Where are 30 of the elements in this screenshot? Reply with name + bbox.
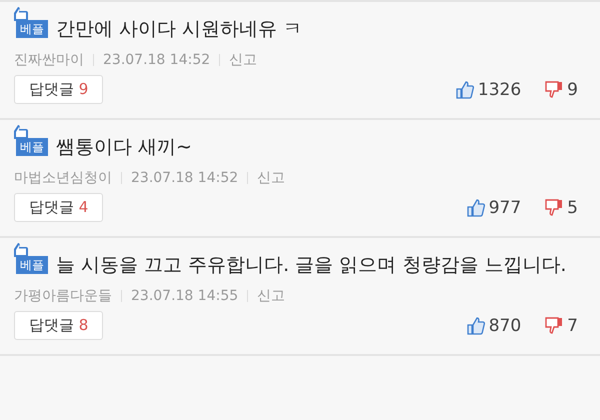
thumbs-up-icon	[14, 124, 28, 139]
thumbs-down-icon[interactable]	[545, 80, 564, 98]
report-link[interactable]: 신고	[257, 287, 286, 305]
report-link[interactable]: 신고	[229, 51, 258, 69]
report-link[interactable]: 신고	[257, 169, 286, 187]
comment-text: 베플 쌤통이다 새끼~	[14, 132, 589, 163]
like-count: 977	[488, 198, 522, 218]
reply-button[interactable]: 답댓글 4	[14, 193, 104, 222]
thumbs-up-icon[interactable]	[466, 316, 485, 334]
dislike-count: 9	[567, 80, 578, 100]
comment-text: 베플 늘 시동을 끄고 주유합니다. 글을 읽으며 청량감을 느낍니다.	[14, 250, 589, 281]
reply-button[interactable]: 답댓글 9	[14, 75, 104, 104]
comment-time: 23.07.18 14:52	[103, 52, 210, 68]
author-name[interactable]: 진짜싼마이	[14, 51, 84, 69]
like-count: 1326	[478, 80, 522, 100]
thumbs-down-icon[interactable]	[545, 198, 564, 216]
dislike-count: 5	[567, 198, 578, 218]
dislike-count: 7	[567, 316, 578, 336]
comment-text: 베플 간만에 사이다 시원하네유 ㅋ	[14, 14, 589, 45]
author-name[interactable]: 마법소년심청이	[14, 169, 112, 187]
thumbs-up-icon[interactable]	[466, 198, 485, 216]
reply-button[interactable]: 답댓글 8	[14, 311, 104, 340]
thumbs-up-icon	[14, 6, 28, 21]
author-name[interactable]: 가평아름다운들	[14, 287, 112, 305]
comment-time: 23.07.18 14:52	[131, 170, 238, 186]
comment-time: 23.07.18 14:55	[131, 288, 238, 304]
thumbs-up-icon[interactable]	[456, 80, 474, 98]
like-count: 870	[488, 316, 522, 336]
thumbs-up-icon	[14, 242, 28, 257]
thumbs-down-icon[interactable]	[545, 316, 564, 334]
